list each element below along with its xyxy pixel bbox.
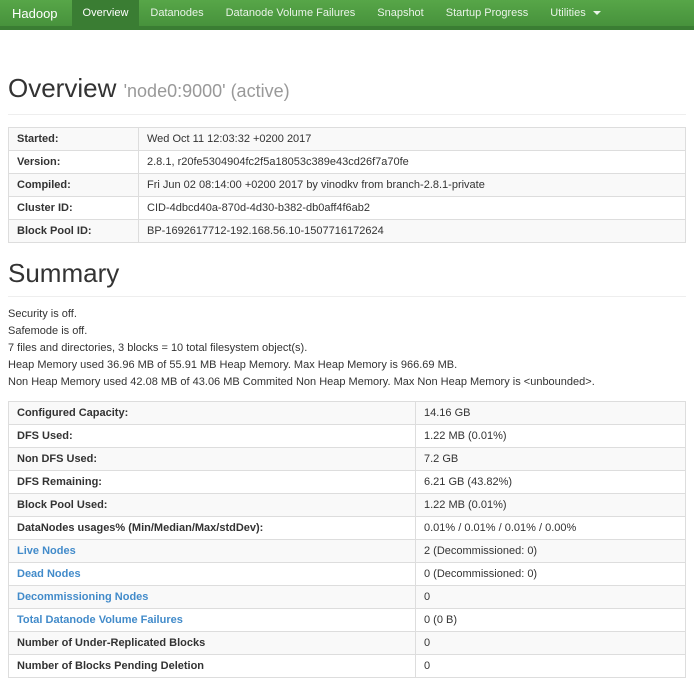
row-label: Number of Under-Replicated Blocks: [9, 632, 416, 655]
filesystem-objects-status: 7 files and directories, 3 blocks = 10 t…: [8, 343, 686, 354]
tab-datanode-volume-failures-label: Datanode Volume Failures: [226, 7, 356, 19]
summary-text: Security is off. Safemode is off. 7 file…: [8, 309, 686, 388]
tab-utilities-dropdown[interactable]: Utilities: [539, 0, 611, 26]
safemode-status: Safemode is off.: [8, 326, 686, 337]
table-row: Cluster ID: CID-4dbcd40a-870d-4d30-b382-…: [9, 197, 686, 220]
overview-title-text: Overview: [8, 73, 116, 103]
security-status: Security is off.: [8, 309, 686, 320]
overview-table: Started: Wed Oct 11 12:03:32 +0200 2017 …: [8, 127, 686, 243]
row-value: Fri Jun 02 08:14:00 +0200 2017 by vinodk…: [139, 174, 686, 197]
heap-memory-status: Heap Memory used 36.96 MB of 55.91 MB He…: [8, 360, 686, 371]
page-title: Overview 'node0:9000' (active): [8, 74, 686, 105]
row-value: 0: [416, 655, 686, 678]
row-label: Version:: [9, 151, 139, 174]
table-row: Configured Capacity: 14.16 GB: [9, 402, 686, 425]
row-label: Live Nodes: [9, 540, 416, 563]
table-row: DFS Used: 1.22 MB (0.01%): [9, 425, 686, 448]
tab-snapshot-label: Snapshot: [377, 7, 423, 19]
tab-startup-progress[interactable]: Startup Progress: [435, 0, 540, 26]
row-label: Dead Nodes: [9, 563, 416, 586]
summary-title: Summary: [8, 259, 686, 287]
row-value: 7.2 GB: [416, 448, 686, 471]
tab-overview-label: Overview: [83, 7, 129, 19]
row-value: CID-4dbcd40a-870d-4d30-b382-db0aff4f6ab2: [139, 197, 686, 220]
summary-table: Configured Capacity: 14.16 GB DFS Used: …: [8, 401, 686, 678]
table-row: Version: 2.8.1, r20fe5304904fc2f5a18053c…: [9, 151, 686, 174]
brand-hadoop[interactable]: Hadoop: [0, 0, 72, 26]
tab-snapshot[interactable]: Snapshot: [366, 0, 434, 26]
dead-nodes-link[interactable]: Dead Nodes: [17, 568, 81, 580]
table-row: Live Nodes 2 (Decommissioned: 0): [9, 540, 686, 563]
divider: [8, 296, 686, 297]
row-value: 2 (Decommissioned: 0): [416, 540, 686, 563]
row-label: Block Pool ID:: [9, 220, 139, 243]
row-label: Total Datanode Volume Failures: [9, 609, 416, 632]
row-value: 6.21 GB (43.82%): [416, 471, 686, 494]
tab-utilities-label: Utilities: [550, 7, 585, 19]
row-label: DataNodes usages% (Min/Median/Max/stdDev…: [9, 517, 416, 540]
row-label: Decommissioning Nodes: [9, 586, 416, 609]
table-row: DataNodes usages% (Min/Median/Max/stdDev…: [9, 517, 686, 540]
live-nodes-link[interactable]: Live Nodes: [17, 545, 76, 557]
tab-overview[interactable]: Overview: [72, 0, 140, 26]
row-value: 2.8.1, r20fe5304904fc2f5a18053c389e43cd2…: [139, 151, 686, 174]
namenode-address-label: 'node0:9000' (active): [124, 81, 290, 101]
row-label: Cluster ID:: [9, 197, 139, 220]
tab-datanodes[interactable]: Datanodes: [139, 0, 214, 26]
total-datanode-volume-failures-link[interactable]: Total Datanode Volume Failures: [17, 614, 183, 626]
table-row: Total Datanode Volume Failures 0 (0 B): [9, 609, 686, 632]
row-label: DFS Remaining:: [9, 471, 416, 494]
table-row: Number of Under-Replicated Blocks 0: [9, 632, 686, 655]
row-label: Started:: [9, 128, 139, 151]
row-value: 1.22 MB (0.01%): [416, 494, 686, 517]
non-heap-memory-status: Non Heap Memory used 42.08 MB of 43.06 M…: [8, 377, 686, 388]
row-value: 0.01% / 0.01% / 0.01% / 0.00%: [416, 517, 686, 540]
table-row: Started: Wed Oct 11 12:03:32 +0200 2017: [9, 128, 686, 151]
row-value: Wed Oct 11 12:03:32 +0200 2017: [139, 128, 686, 151]
table-row: Decommissioning Nodes 0: [9, 586, 686, 609]
row-value: 0 (0 B): [416, 609, 686, 632]
tab-datanodes-label: Datanodes: [150, 7, 203, 19]
table-row: Dead Nodes 0 (Decommissioned: 0): [9, 563, 686, 586]
row-value: BP-1692617712-192.168.56.10-150771617262…: [139, 220, 686, 243]
row-label: Number of Blocks Pending Deletion: [9, 655, 416, 678]
navbar: Hadoop Overview Datanodes Datanode Volum…: [0, 0, 694, 30]
table-row: Non DFS Used: 7.2 GB: [9, 448, 686, 471]
decommissioning-nodes-link[interactable]: Decommissioning Nodes: [17, 591, 148, 603]
row-label: Compiled:: [9, 174, 139, 197]
row-label: Configured Capacity:: [9, 402, 416, 425]
row-label: Non DFS Used:: [9, 448, 416, 471]
table-row: Block Pool ID: BP-1692617712-192.168.56.…: [9, 220, 686, 243]
table-row: Compiled: Fri Jun 02 08:14:00 +0200 2017…: [9, 174, 686, 197]
page-content: Overview 'node0:9000' (active) Started: …: [0, 74, 694, 678]
row-value: 0 (Decommissioned: 0): [416, 563, 686, 586]
row-value: 1.22 MB (0.01%): [416, 425, 686, 448]
tab-startup-progress-label: Startup Progress: [446, 7, 529, 19]
caret-down-icon: [593, 11, 601, 15]
row-label: Block Pool Used:: [9, 494, 416, 517]
row-value: 0: [416, 586, 686, 609]
tab-datanode-volume-failures[interactable]: Datanode Volume Failures: [215, 0, 367, 26]
divider: [8, 114, 686, 115]
table-row: DFS Remaining: 6.21 GB (43.82%): [9, 471, 686, 494]
row-value: 0: [416, 632, 686, 655]
row-label: DFS Used:: [9, 425, 416, 448]
table-row: Block Pool Used: 1.22 MB (0.01%): [9, 494, 686, 517]
table-row: Number of Blocks Pending Deletion 0: [9, 655, 686, 678]
row-value: 14.16 GB: [416, 402, 686, 425]
